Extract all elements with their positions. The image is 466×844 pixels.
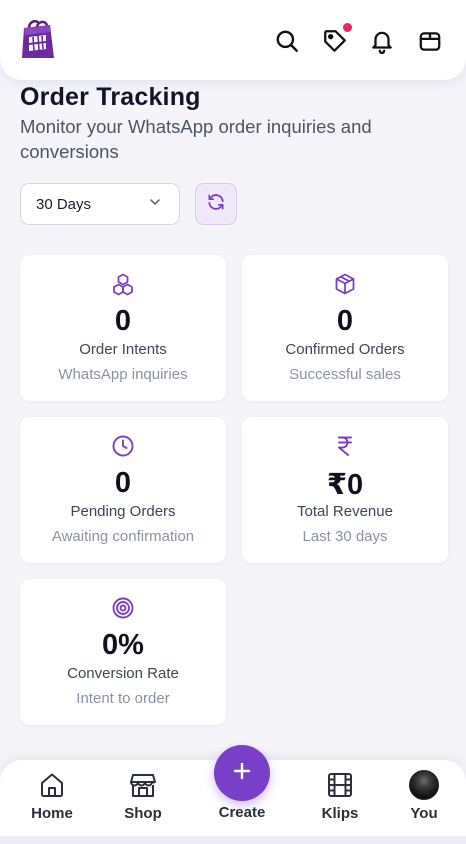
stat-label: Total Revenue <box>297 503 393 520</box>
stat-label: Pending Orders <box>70 503 176 520</box>
nav-item-shop[interactable]: Shop <box>108 770 178 822</box>
home-icon <box>17 770 87 800</box>
boxes-icon <box>111 272 135 296</box>
chevron-down-icon <box>147 194 163 214</box>
nav-item-home[interactable]: Home <box>17 770 87 822</box>
store-icon <box>108 770 178 800</box>
date-range-select[interactable]: 30 Days <box>20 183 180 225</box>
page-title: Order Tracking <box>20 83 201 111</box>
film-icon <box>305 770 375 800</box>
stat-value: ₹0 <box>326 469 364 501</box>
stat-caption: Awaiting confirmation <box>51 528 195 545</box>
search-icon[interactable] <box>274 28 300 54</box>
clock-icon <box>111 434 135 458</box>
app-header <box>0 0 466 80</box>
package-icon[interactable] <box>417 28 443 54</box>
stat-value: 0% <box>102 629 144 661</box>
date-range-value: 30 Days <box>36 195 92 213</box>
nav-label: You <box>410 805 438 822</box>
stat-card-confirmed-orders: 0 Confirmed Orders Successful sales <box>242 255 448 401</box>
stat-caption: WhatsApp inquiries <box>58 366 188 383</box>
system-bar <box>0 836 466 844</box>
target-icon <box>111 596 135 620</box>
stat-value: 0 <box>114 305 132 337</box>
create-label: Create <box>218 804 266 821</box>
stat-label: Conversion Rate <box>67 665 179 682</box>
stat-card-conversion-rate: 0% Conversion Rate Intent to order <box>20 579 226 725</box>
avatar <box>409 770 439 800</box>
stat-label: Order Intents <box>79 341 167 358</box>
nav-item-you[interactable]: You <box>389 770 459 822</box>
nav-label: Home <box>31 805 73 822</box>
stat-value: 0 <box>336 305 354 337</box>
page-subtitle: Monitor your WhatsApp order inquiries an… <box>20 116 372 162</box>
stat-value: 0 <box>114 467 132 499</box>
plus-icon <box>231 760 253 787</box>
stat-card-total-revenue: ₹0 Total Revenue Last 30 days <box>242 417 448 563</box>
stat-card-order-intents: 0 Order Intents WhatsApp inquiries <box>20 255 226 401</box>
shopping-bag-logo[interactable] <box>20 18 56 60</box>
stat-card-pending-orders: 0 Pending Orders Awaiting confirmation <box>20 417 226 563</box>
rupee-icon <box>333 434 357 458</box>
refresh-button[interactable] <box>195 183 237 225</box>
stat-caption: Intent to order <box>76 690 170 707</box>
nav-label: Klips <box>321 805 359 822</box>
stat-caption: Successful sales <box>289 366 401 383</box>
nav-label: Shop <box>124 805 162 822</box>
create-button[interactable] <box>214 745 270 801</box>
stat-label: Confirmed Orders <box>285 341 405 358</box>
refresh-icon <box>206 192 226 217</box>
notification-dot <box>342 22 353 33</box>
nav-item-klips[interactable]: Klips <box>305 770 375 822</box>
stat-caption: Last 30 days <box>302 528 388 545</box>
package-icon <box>333 272 357 296</box>
bell-icon[interactable] <box>369 28 395 55</box>
